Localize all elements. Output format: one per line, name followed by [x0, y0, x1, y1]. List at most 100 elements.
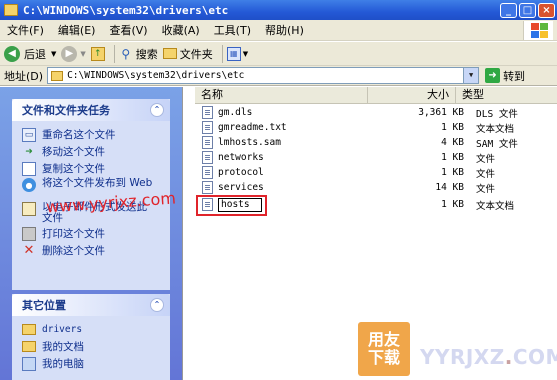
toolbar-separator — [221, 44, 223, 63]
folders-button[interactable]: 文件夹 — [162, 46, 213, 62]
menu-edit[interactable]: 编辑(E) — [51, 22, 103, 38]
collapse-icon[interactable]: ⌃ — [150, 103, 164, 117]
go-arrow-icon: ➜ — [485, 68, 501, 83]
file-size: 1 KB — [441, 199, 464, 210]
window-title: C:\WINDOWS\system32\drivers\etc — [23, 3, 229, 17]
chevron-down-icon[interactable]: ▼ — [243, 50, 248, 58]
folder-icon — [4, 4, 18, 16]
file-row[interactable]: protocol 1 KB 文件 — [202, 165, 557, 180]
maximize-button[interactable]: □ — [519, 2, 536, 18]
column-type[interactable]: 类型 — [456, 87, 557, 103]
file-icon — [202, 136, 213, 149]
folders-label: 文件夹 — [179, 47, 213, 61]
other-places-panel: 其它位置 ⌃ drivers 我的文档 我的电脑 — [12, 294, 170, 380]
collapse-icon[interactable]: ⌃ — [150, 298, 164, 312]
place-label: drivers — [42, 324, 83, 335]
file-row[interactable]: networks 1 KB 文件 — [202, 150, 557, 165]
file-row[interactable]: gmreadme.txt 1 KB 文本文档 — [202, 120, 557, 135]
chevron-down-icon[interactable]: ▼ — [80, 50, 85, 58]
back-arrow-icon: ◀ — [4, 45, 20, 62]
file-type: 文本文档 — [476, 200, 515, 212]
search-label: 搜索 — [135, 47, 158, 61]
file-type: SAM 文件 — [476, 138, 518, 150]
go-label: 转到 — [503, 69, 526, 83]
task-label: 将这个文件发布到 Web — [42, 177, 153, 189]
file-name: lmhosts.sam — [218, 137, 281, 148]
column-size[interactable]: 大小 — [368, 87, 456, 103]
file-type: 文件 — [476, 183, 496, 195]
column-header: 名称 大小 类型 — [195, 87, 557, 104]
search-button[interactable]: ⚲ 搜索 — [119, 46, 158, 62]
file-name: protocol — [218, 167, 264, 178]
file-type: 文件 — [476, 153, 496, 165]
task-label: 删除这个文件 — [42, 245, 105, 257]
place-my-documents[interactable]: 我的文档 — [12, 338, 170, 355]
file-name: services — [218, 182, 264, 193]
chevron-down-icon[interactable]: ▼ — [51, 50, 56, 58]
column-name[interactable]: 名称 — [195, 87, 368, 103]
text-file-icon — [202, 121, 213, 134]
file-row[interactable]: lmhosts.sam 4 KB SAM 文件 — [202, 135, 557, 150]
close-button[interactable]: × — [538, 2, 555, 18]
address-dropdown-icon[interactable]: ▼ — [463, 68, 479, 83]
task-label: 重命名这个文件 — [42, 129, 116, 141]
task-pane: 文件和文件夹任务 ⌃ ▭ 重命名这个文件 ➜ 移动这个文件 复制这个文件 ● 将… — [0, 87, 182, 380]
file-icon — [202, 181, 213, 194]
delete-icon: ✕ — [23, 243, 35, 258]
task-move[interactable]: ➜ 移动这个文件 — [12, 143, 170, 160]
address-bar: 地址(D) C:\WINDOWS\system32\drivers\etc ▼ … — [0, 66, 557, 86]
logo-suffix: COM — [512, 345, 557, 369]
site-logo: 用友 下载 — [358, 322, 410, 376]
place-label: 我的文档 — [42, 341, 84, 353]
up-folder-button[interactable]: ↑ — [90, 46, 105, 61]
task-label: 打印这个文件 — [42, 228, 105, 240]
file-row[interactable]: services 14 KB 文件 — [202, 180, 557, 195]
logo-line1: 用友 — [367, 330, 400, 349]
forward-button[interactable]: ▶ ▼ — [61, 45, 86, 62]
views-icon: ▦ — [226, 46, 241, 61]
file-name: gm.dls — [218, 107, 253, 118]
move-icon: ➜ — [25, 146, 33, 157]
other-places-header[interactable]: 其它位置 ⌃ — [12, 294, 170, 316]
minimize-button[interactable]: _ — [500, 2, 517, 18]
task-print[interactable]: 打印这个文件 — [12, 225, 170, 242]
folder-icon — [51, 70, 64, 81]
address-input[interactable]: C:\WINDOWS\system32\drivers\etc ▼ — [47, 67, 480, 84]
file-row[interactable]: gm.dls 3,361 KB DLS 文件 — [202, 105, 557, 120]
back-label: 后退 — [24, 47, 46, 61]
site-logo-text: YYRJXZ.COM — [420, 345, 557, 369]
go-button[interactable]: ➜ 转到 — [485, 68, 525, 84]
globe-icon: ● — [22, 178, 36, 192]
menu-tools[interactable]: 工具(T) — [207, 22, 258, 38]
file-size: 14 KB — [435, 182, 464, 193]
address-label: 地址(D) — [4, 69, 44, 83]
place-my-computer[interactable]: 我的电脑 — [12, 355, 170, 372]
logo-text: YYRJXZ — [420, 345, 505, 369]
file-size: 1 KB — [441, 167, 464, 178]
file-size: 1 KB — [441, 122, 464, 133]
file-size: 3,361 KB — [418, 107, 464, 118]
file-name: networks — [218, 152, 264, 163]
task-rename[interactable]: ▭ 重命名这个文件 — [12, 126, 170, 143]
menu-file[interactable]: 文件(F) — [0, 22, 51, 38]
back-button[interactable]: ◀ 后退 ▼ — [4, 45, 56, 62]
file-size: 4 KB — [441, 137, 464, 148]
other-places-title: 其它位置 — [22, 299, 66, 312]
menu-help[interactable]: 帮助(H) — [258, 22, 311, 38]
copy-icon — [22, 161, 36, 176]
task-copy[interactable]: 复制这个文件 — [12, 160, 170, 177]
file-tasks-header[interactable]: 文件和文件夹任务 ⌃ — [12, 99, 170, 121]
address-value: C:\WINDOWS\system32\drivers\etc — [67, 70, 245, 81]
logo-dot: . — [504, 345, 513, 369]
file-tasks-title: 文件和文件夹任务 — [22, 104, 110, 117]
place-drivers[interactable]: drivers — [12, 321, 170, 338]
file-icon — [202, 151, 213, 164]
views-button[interactable]: ▦ ▼ — [226, 46, 248, 61]
printer-icon — [22, 226, 36, 241]
task-label: 移动这个文件 — [42, 146, 105, 158]
task-delete[interactable]: ✕ 删除这个文件 — [12, 242, 170, 259]
menu-bar: 文件(F) 编辑(E) 查看(V) 收藏(A) 工具(T) 帮助(H) — [0, 20, 557, 41]
menu-view[interactable]: 查看(V) — [102, 22, 154, 38]
menu-favorites[interactable]: 收藏(A) — [155, 22, 207, 38]
folders-icon — [162, 48, 177, 59]
